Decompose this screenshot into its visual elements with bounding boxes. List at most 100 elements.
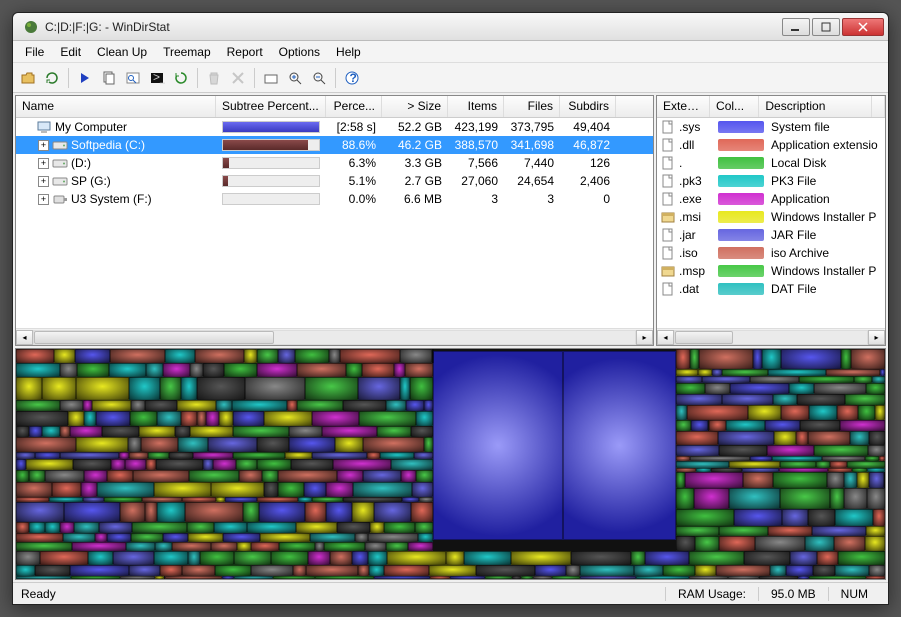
treemap-block[interactable] [157, 502, 185, 522]
tree-row[interactable]: +(D:)6.3%3.3 GB7,5667,440126 [16, 154, 653, 172]
scroll-left-icon[interactable]: ◂ [657, 330, 674, 345]
treemap-block[interactable] [139, 426, 175, 437]
treemap-block[interactable] [29, 470, 45, 482]
treemap-block[interactable] [363, 437, 423, 452]
treemap-block[interactable] [676, 394, 721, 405]
treemap-block[interactable] [726, 420, 765, 431]
treemap-block[interactable] [257, 459, 291, 470]
treemap-block[interactable] [306, 565, 358, 576]
treemap-block[interactable] [805, 536, 835, 551]
treemap-block[interactable] [446, 551, 464, 564]
treemap-block[interactable] [400, 377, 410, 399]
treemap-block[interactable] [315, 542, 324, 552]
treemap-block[interactable] [84, 411, 95, 425]
treemap-block[interactable] [16, 551, 40, 564]
treemap-block[interactable] [691, 420, 709, 431]
treemap-block[interactable] [377, 426, 412, 437]
treemap-block[interactable] [181, 377, 197, 399]
treemap-block[interactable] [774, 431, 796, 445]
treemap-block[interactable] [88, 551, 113, 564]
treemap-block[interactable] [759, 576, 798, 579]
treemap-block[interactable] [251, 542, 280, 552]
treemap-block[interactable] [60, 363, 78, 378]
tree-column-header[interactable]: Files [504, 96, 560, 117]
treemap-block[interactable] [289, 426, 322, 437]
treemap-block[interactable] [430, 576, 450, 579]
treemap-block[interactable] [748, 405, 781, 421]
treemap-block[interactable] [535, 565, 566, 576]
treemap-block[interactable] [73, 459, 111, 470]
treemap-block[interactable] [60, 452, 119, 460]
treemap-block[interactable] [689, 576, 729, 579]
treemap-block[interactable] [429, 565, 476, 576]
treemap-block[interactable] [95, 533, 107, 541]
treemap-block[interactable] [566, 565, 580, 576]
treemap-block[interactable] [278, 349, 295, 363]
treemap-block[interactable] [155, 542, 173, 552]
treemap-block[interactable] [367, 452, 380, 460]
treemap-block[interactable] [412, 482, 433, 496]
treemap-block[interactable] [132, 522, 187, 533]
treemap-block[interactable] [234, 551, 271, 564]
treemap-block[interactable] [16, 470, 29, 482]
scroll-thumb[interactable] [34, 331, 274, 344]
zoom-in-icon[interactable] [284, 67, 306, 89]
play-icon[interactable] [74, 67, 96, 89]
scroll-left-icon[interactable]: ◂ [16, 330, 33, 345]
treemap-block[interactable] [744, 551, 790, 564]
treemap-block[interactable] [326, 502, 352, 522]
treemap-block[interactable] [16, 377, 42, 399]
treemap-block[interactable] [782, 509, 809, 526]
treemap-block[interactable] [368, 551, 388, 564]
treemap-block[interactable] [401, 470, 416, 482]
treemap-block[interactable] [107, 470, 132, 482]
treemap-block[interactable] [433, 351, 563, 540]
treemap-block[interactable] [869, 565, 885, 576]
ext-row[interactable]: .pk3PK3 File [657, 172, 885, 190]
treemap-block[interactable] [131, 533, 163, 541]
treemap-block[interactable] [768, 369, 826, 376]
refresh-icon[interactable] [170, 67, 192, 89]
treemap-block[interactable] [29, 426, 42, 437]
treemap-block[interactable] [867, 488, 885, 510]
treemap-block[interactable] [728, 576, 759, 579]
treemap-block[interactable] [200, 551, 234, 564]
treemap-block[interactable] [636, 576, 689, 579]
ext-row[interactable]: .dllApplication extensio [657, 136, 885, 154]
treemap-block[interactable] [243, 502, 259, 522]
treemap-block[interactable] [77, 363, 109, 378]
treemap-block[interactable] [239, 470, 262, 482]
treemap-block[interactable] [26, 459, 73, 470]
treemap-block[interactable] [262, 470, 278, 482]
treemap-block[interactable] [146, 363, 163, 378]
treemap-block[interactable] [716, 565, 771, 576]
treemap-block[interactable] [211, 542, 238, 552]
ext-row[interactable]: .datDAT File [657, 280, 885, 298]
treemap-block[interactable] [337, 522, 370, 533]
treemap-block[interactable] [464, 551, 510, 564]
treemap-block[interactable] [102, 426, 139, 437]
ext-row[interactable]: .exeApplication [657, 190, 885, 208]
tree-column-header[interactable]: Subdirs [560, 96, 616, 117]
treemap-block[interactable] [264, 411, 312, 425]
treemap-block[interactable] [287, 400, 297, 412]
treemap-block[interactable] [312, 411, 359, 425]
treemap-block[interactable] [259, 502, 305, 522]
treemap-block[interactable] [797, 394, 845, 405]
expander-icon[interactable]: + [38, 176, 49, 187]
treemap-block[interactable] [386, 542, 407, 552]
treemap-block[interactable] [16, 576, 71, 579]
treemap-block[interactable] [343, 400, 386, 412]
treemap-block[interactable] [16, 482, 52, 496]
treemap-block[interactable] [358, 565, 368, 576]
treemap-block[interactable] [233, 411, 263, 425]
treemap-block[interactable] [224, 363, 257, 378]
treemap-block[interactable] [790, 551, 817, 564]
treemap-block[interactable] [295, 349, 329, 363]
treemap-block[interactable] [130, 411, 157, 425]
treemap-block[interactable] [808, 509, 834, 526]
treemap-block[interactable] [770, 565, 786, 576]
treemap-block[interactable] [780, 488, 830, 510]
treemap-block[interactable] [304, 482, 325, 496]
treemap-block[interactable] [800, 420, 840, 431]
